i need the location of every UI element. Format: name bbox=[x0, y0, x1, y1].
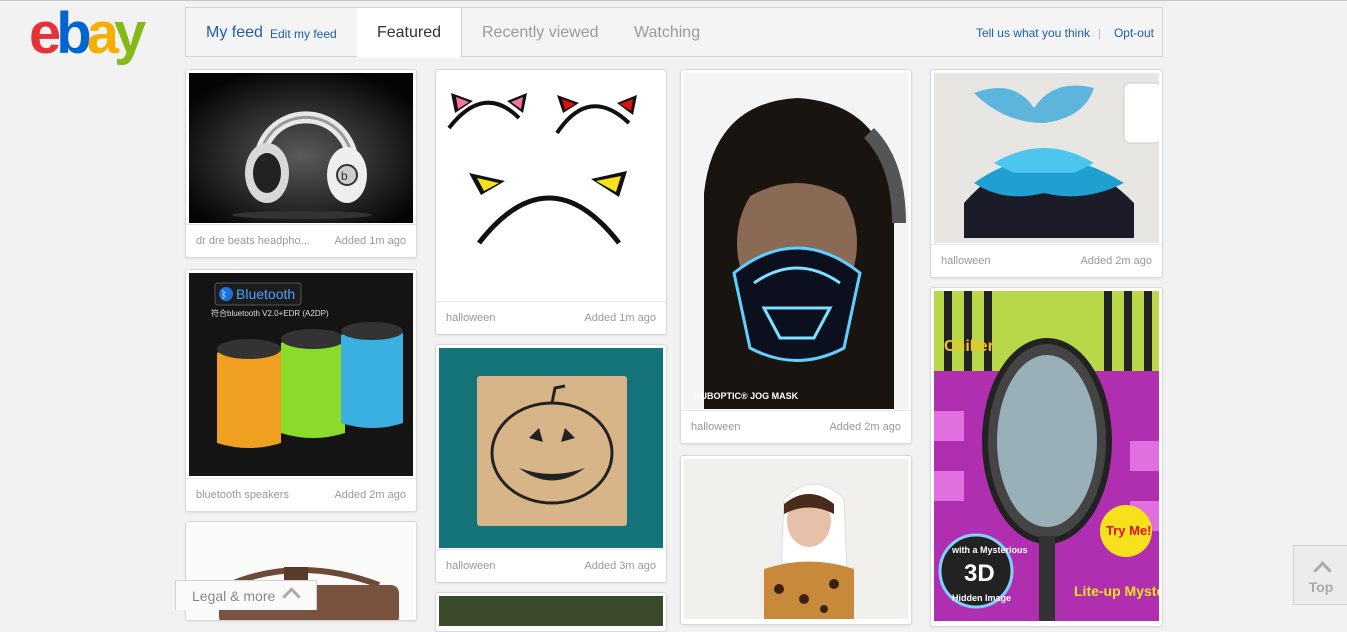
tab-my-feed: My feed Edit my feed bbox=[186, 8, 358, 57]
feed-card-partial[interactable] bbox=[435, 592, 667, 632]
tab-recently-viewed[interactable]: Recently viewed bbox=[482, 8, 599, 57]
svg-text:ᛒ: ᛒ bbox=[221, 290, 227, 301]
card-meta: halloween Added 2m ago bbox=[931, 244, 1162, 277]
card-title[interactable]: dr dre beats headpho... bbox=[196, 225, 310, 257]
feed-card-headphones[interactable]: b dr dre beats headpho... Added 1m ago bbox=[185, 69, 417, 258]
jog-mask-image: HUBOPTIC® JOG MASK bbox=[684, 73, 908, 409]
link-separator: | bbox=[1097, 26, 1101, 40]
bluetooth-speakers-image: ᛒ Bluetooth 符合bluetooth V2.0+EDR (A2DP) bbox=[189, 273, 413, 476]
opt-out-link[interactable]: Opt-out bbox=[1114, 8, 1154, 58]
hidden-image-text: Hidden Image bbox=[952, 593, 1011, 603]
back-to-top-button[interactable]: Top bbox=[1293, 545, 1347, 605]
mysterious-text: with a Mysterious bbox=[951, 545, 1028, 555]
fairy-costume-image bbox=[934, 73, 1159, 243]
card-title[interactable]: halloween bbox=[446, 302, 496, 334]
legal-and-more-button[interactable]: Legal & more bbox=[175, 580, 317, 610]
my-feed-link[interactable]: My feed bbox=[206, 8, 263, 58]
chiller-brand-text: Chiller bbox=[944, 338, 994, 355]
try-me-text: Try Me! bbox=[1106, 523, 1152, 538]
card-meta: halloween Added 2m ago bbox=[681, 410, 911, 443]
card-meta: bluetooth speakers Added 2m ago bbox=[186, 478, 416, 511]
feed-card-fairy-costume[interactable]: halloween Added 2m ago bbox=[930, 69, 1163, 278]
ebay-logo[interactable]: ebay bbox=[29, 2, 146, 66]
card-added-time: Added 1m ago bbox=[584, 312, 656, 324]
card-added-time: Added 2m ago bbox=[829, 421, 901, 433]
card-title[interactable]: halloween bbox=[691, 411, 741, 443]
feed-card-mirror-toy[interactable]: Chiller Try Me! with a Mysterious 3D Hid… bbox=[930, 287, 1163, 627]
card-meta: dr dre beats headpho... Added 1m ago bbox=[186, 224, 416, 257]
card-meta: halloween Added 1m ago bbox=[436, 301, 666, 334]
card-added-time: Added 2m ago bbox=[1080, 255, 1152, 267]
feed-card-cat-ears[interactable]: halloween Added 1m ago bbox=[435, 69, 667, 335]
feed-card-bluetooth-speakers[interactable]: ᛒ Bluetooth 符合bluetooth V2.0+EDR (A2DP) … bbox=[185, 269, 417, 512]
card-meta: halloween Added 3m ago bbox=[436, 549, 666, 582]
headphones-image: b bbox=[189, 73, 413, 223]
top-border bbox=[0, 0, 1347, 1]
top-label: Top bbox=[1308, 579, 1334, 595]
feed-card-hood[interactable] bbox=[680, 455, 912, 625]
bluetooth-spec-text: 符合bluetooth V2.0+EDR (A2DP) bbox=[211, 308, 329, 318]
partial-image bbox=[439, 596, 663, 626]
tab-watching[interactable]: Watching bbox=[634, 8, 700, 57]
card-title[interactable]: halloween bbox=[446, 550, 496, 582]
card-added-time: Added 1m ago bbox=[334, 235, 406, 247]
card-added-time: Added 2m ago bbox=[334, 489, 406, 501]
tab-featured[interactable]: Featured bbox=[357, 8, 462, 58]
card-title[interactable]: bluetooth speakers bbox=[196, 479, 289, 511]
pumpkin-stamp-image bbox=[439, 348, 663, 548]
feed-card-jog-mask[interactable]: HUBOPTIC® JOG MASK halloween Added 2m ag… bbox=[680, 69, 912, 444]
card-added-time: Added 3m ago bbox=[584, 560, 656, 572]
lite-up-mystery-text: Lite-up Mystery bbox=[1074, 583, 1159, 599]
feed-tab-bar: My feed Edit my feed Featured Recently v… bbox=[185, 7, 1163, 58]
card-title[interactable]: halloween bbox=[941, 245, 991, 277]
feedback-link[interactable]: Tell us what you think bbox=[976, 8, 1090, 58]
chevron-up-icon bbox=[282, 587, 301, 606]
svg-text:b: b bbox=[341, 169, 348, 183]
bluetooth-logo-text: Bluetooth bbox=[236, 286, 295, 302]
legal-and-more-label: Legal & more bbox=[192, 588, 276, 604]
feed-card-pumpkin-stamp[interactable]: halloween Added 3m ago bbox=[435, 344, 667, 583]
chevron-up-icon bbox=[1313, 561, 1332, 580]
cat-ears-image bbox=[439, 73, 663, 300]
mirror-toy-image: Chiller Try Me! with a Mysterious 3D Hid… bbox=[934, 291, 1159, 621]
edit-my-feed-link[interactable]: Edit my feed bbox=[270, 9, 337, 59]
hood-image bbox=[684, 459, 908, 619]
three-d-text: 3D bbox=[964, 560, 995, 587]
